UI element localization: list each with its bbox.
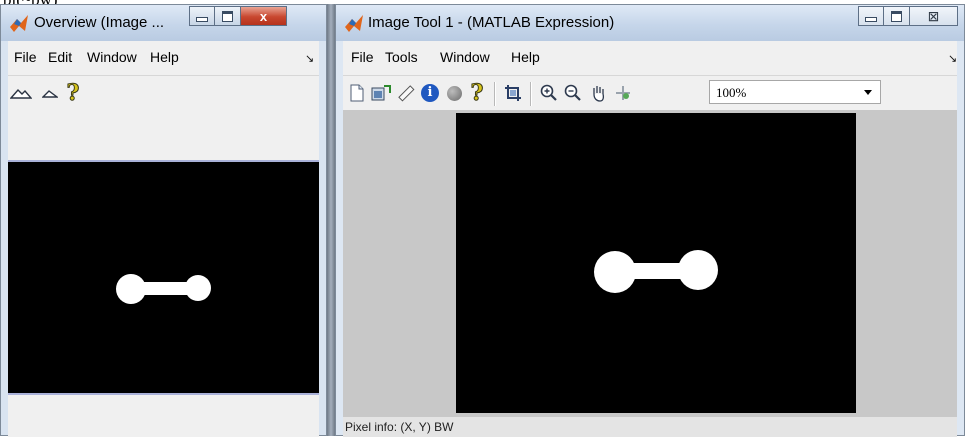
pixel-info-text: Pixel info: (X, Y) BW [345, 420, 454, 434]
dock-arrow-icon[interactable]: ↘ [305, 52, 314, 65]
pan-icon[interactable] [588, 83, 608, 103]
crop-icon[interactable] [503, 83, 523, 103]
maximize-button[interactable] [215, 6, 241, 26]
export-image-icon[interactable] [371, 83, 391, 103]
menu-tools[interactable]: Tools [385, 49, 418, 65]
toolbar-separator [530, 82, 532, 106]
overview-top-band [8, 110, 319, 160]
adjust-contrast-icon[interactable] [444, 83, 464, 103]
new-figure-icon[interactable] [347, 83, 367, 103]
close-icon: ⊠ [927, 7, 940, 24]
matlab-logo-icon [345, 15, 363, 32]
imagetool-titlebar[interactable]: Image Tool 1 - (MATLAB Expression) ⊠ [336, 5, 964, 41]
info-glyph: i [421, 84, 439, 102]
toolbar-separator [494, 82, 496, 106]
binary-blob-image [594, 250, 718, 293]
minimize-icon [865, 17, 877, 22]
image-info-icon[interactable]: i [420, 83, 440, 103]
menu-file[interactable]: File [14, 49, 37, 65]
close-button[interactable]: ⊠ [910, 6, 958, 26]
caption-buttons: x [189, 6, 287, 26]
close-icon: x [259, 8, 268, 24]
imagetool-menubar: File Tools Window Help ↘ [343, 41, 957, 76]
caption-buttons: ⊠ [858, 6, 958, 26]
matlab-logo-icon [10, 15, 28, 32]
help-glyph: ? [66, 80, 80, 107]
maximize-icon [891, 10, 902, 22]
minimize-button[interactable] [189, 6, 215, 26]
menu-help[interactable]: Help [150, 49, 179, 65]
imagetool-toolbar: i ? 100% [343, 76, 957, 110]
maximize-button[interactable] [884, 6, 910, 26]
mountain-large-icon[interactable] [10, 83, 32, 103]
overview-menubar: File Edit Window Help ↘ [8, 41, 319, 76]
overview-bottom-band [8, 395, 319, 437]
minimize-icon [196, 17, 208, 22]
window-gap [327, 4, 335, 436]
minimize-button[interactable] [858, 6, 884, 26]
help-icon[interactable]: ? [467, 80, 487, 107]
chevron-down-icon [864, 90, 872, 95]
window-title: Overview (Image ... [34, 14, 165, 31]
maximize-icon [222, 10, 233, 22]
menu-file[interactable]: File [351, 49, 374, 65]
overview-window: Overview (Image ... x File Edit Window H… [0, 4, 327, 437]
close-button[interactable]: x [241, 6, 287, 26]
menu-window[interactable]: Window [440, 49, 490, 65]
zoom-level-value: 100% [716, 85, 747, 100]
overview-titlebar[interactable]: Overview (Image ... x [1, 5, 326, 41]
window-title: Image Tool 1 - (MATLAB Expression) [368, 14, 615, 31]
binary-blob-image [116, 274, 211, 304]
measure-distance-icon[interactable] [396, 83, 416, 103]
help-icon[interactable]: ? [63, 80, 83, 107]
overview-image-pane[interactable] [8, 160, 319, 395]
dock-arrow-icon[interactable]: ↘ [948, 52, 957, 65]
zoom-in-icon[interactable] [539, 83, 559, 103]
menu-help[interactable]: Help [511, 49, 540, 65]
menu-edit[interactable]: Edit [48, 49, 72, 65]
status-bar: Pixel info: (X, Y) BW [343, 417, 957, 437]
menu-window[interactable]: Window [87, 49, 137, 65]
zoom-level-select[interactable]: 100% [709, 80, 881, 104]
image-canvas[interactable] [456, 113, 856, 413]
mountain-small-icon[interactable] [40, 83, 60, 103]
zoom-out-icon[interactable] [563, 83, 583, 103]
help-glyph: ? [470, 80, 484, 107]
imagetool-window: Image Tool 1 - (MATLAB Expression) ⊠ Fil… [335, 4, 965, 437]
overview-icon[interactable] [613, 83, 633, 103]
overview-toolbar: ? [8, 76, 319, 110]
image-viewer[interactable] [343, 110, 957, 417]
